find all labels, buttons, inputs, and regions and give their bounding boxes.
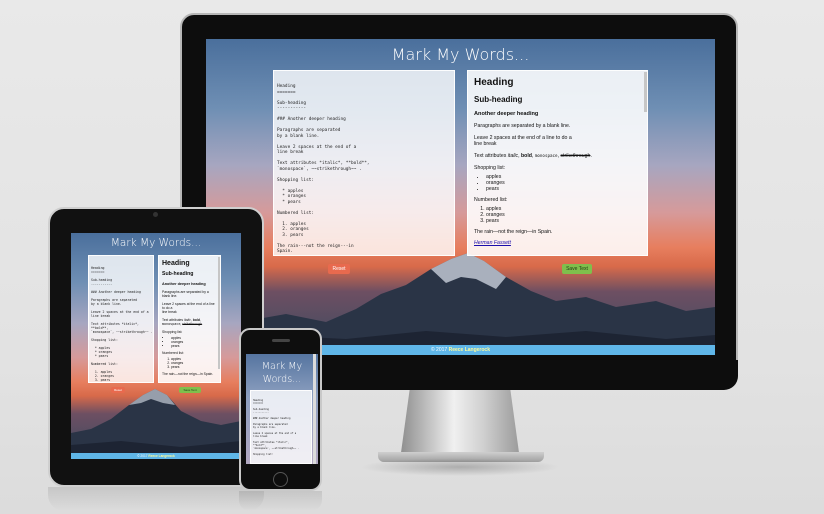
preview-shopping-label: Shopping list: [162, 330, 183, 334]
preview-rain-text: The rain—not the reign—in Spain. [162, 372, 214, 376]
preview-line-break-2: line break [474, 141, 497, 147]
markdown-editor[interactable]: Heading ======= Sub-heading ----------- ##… [250, 390, 312, 464]
preview-text-attributes: Text attributes italic, bold, monospace,… [162, 318, 217, 326]
preview-numbered-label: Numbered list: [162, 351, 184, 355]
desktop-app-screen: Mark My Words... Heading ======= Sub-head… [206, 39, 715, 355]
editor-text: Heading ======= Sub-heading ----------- ##… [277, 84, 451, 256]
list-item: pears [486, 186, 641, 192]
preview-shopping-label: Shopping list: [474, 165, 506, 171]
footer-author-link[interactable]: Reece Langerock [148, 454, 174, 458]
preview-text-attributes: Text attributes italic, bold, monospace,… [474, 153, 641, 159]
editor-scrollbar[interactable] [313, 354, 316, 464]
markdown-editor[interactable]: Heading ======= Sub-heading ----------- ##… [88, 255, 154, 383]
preview-paragraph: Paragraphs are separated by a blank line… [162, 290, 209, 298]
attr-strikethrough: strikethrough [560, 153, 591, 159]
list-item: pears [171, 365, 217, 369]
preview-line-break-1: Leave 2 spaces at the end of a line to d… [162, 302, 215, 310]
footer-author-link[interactable]: Reece Langerock [449, 347, 490, 353]
preview-paragraph: Paragraphs are separated by a blank line… [474, 123, 571, 129]
phone-home-button[interactable] [273, 472, 288, 487]
tablet-app-screen: Mark My Words... Heading ======= Sub-head… [71, 233, 241, 459]
markdown-preview: Heading Sub-heading Another deeper headi… [467, 70, 648, 256]
preview-shopping-list: apples oranges pears [171, 336, 217, 348]
list-item: pears [171, 344, 217, 348]
preview-numbered-label: Numbered list: [474, 197, 508, 203]
preview-shopping-list: apples oranges pears [486, 174, 641, 192]
attr-prefix: Text attributes [474, 153, 508, 159]
list-item: pears [486, 218, 641, 224]
preview-heading-3: Another deeper heading [474, 111, 539, 117]
app-title-line-2: Words... [262, 373, 302, 385]
editor-text: Heading ======= Sub-heading ----------- ##… [253, 399, 309, 456]
preview-line-break-text: Leave 2 spaces at the end of a line to d… [162, 302, 217, 314]
footer-copyright: © 2017 [137, 454, 149, 458]
preview-heading-1: Heading [162, 260, 190, 267]
reset-button[interactable]: Reset [328, 264, 350, 274]
preview-heading-2: Sub-heading [474, 95, 523, 104]
desktop-stand-shadow [360, 458, 560, 476]
tablet-camera [153, 212, 158, 217]
desktop-monitor-stand [400, 390, 520, 460]
attr-italic: italic [507, 153, 519, 159]
preview-numbered-list: apples oranges pears [486, 206, 641, 224]
editor-line: `monospace`, ~~strikethrough~~ . [91, 330, 153, 334]
footer-copyright: © 2017 [430, 347, 449, 353]
preview-heading-3: Another deeper heading [162, 282, 206, 286]
markdown-editor[interactable]: Heading ======= Sub-heading ----------- ##… [273, 70, 455, 256]
attr-monospace: monospace [162, 322, 181, 326]
reset-button[interactable]: Reset [111, 387, 125, 393]
preview-rain-text: The rain—not the reign—in Spain. [474, 229, 553, 235]
save-text-button[interactable]: Save Text [179, 387, 201, 393]
preview-numbered-list: apples oranges pears [171, 357, 217, 369]
app-title: Mark My Words... [110, 237, 202, 249]
phone-app-screen: Mark My Words... Heading ======= Sub-head… [246, 354, 318, 464]
preview-heading-1: Heading [474, 77, 514, 88]
preview-scrollbar[interactable] [218, 257, 220, 369]
app-title: Mark My Words... [391, 45, 530, 64]
attr-end: . [590, 153, 592, 159]
attr-strikethrough: strikethrough [182, 322, 202, 326]
app-title: Mark My Words... [246, 361, 318, 387]
editor-line: Shopping list: [253, 453, 274, 456]
markdown-preview: Heading Sub-heading Another deeper headi… [158, 255, 221, 383]
phone-reflection [239, 491, 322, 511]
preview-scrollbar[interactable] [644, 72, 647, 112]
attr-end: . [201, 322, 203, 326]
save-text-button[interactable]: Save Text [562, 264, 592, 274]
preview-heading-2: Sub-heading [162, 271, 194, 277]
app-footer: © 2017 Reece Langerock [71, 453, 241, 459]
preview-line-break-text: Leave 2 spaces at the end of a line to d… [474, 135, 641, 147]
attr-bold: bold [521, 153, 532, 159]
preview-line-break-2: line break [162, 310, 177, 314]
tablet-reflection [48, 487, 264, 511]
phone-speaker [272, 339, 290, 342]
app-title-line-1: Mark My [261, 361, 303, 372]
attr-monospace: monospace [534, 153, 558, 158]
editor-text: Heading ======= Sub-heading ----------- ##… [91, 266, 153, 383]
preview-author-link[interactable]: Herman Fassett [474, 240, 511, 246]
